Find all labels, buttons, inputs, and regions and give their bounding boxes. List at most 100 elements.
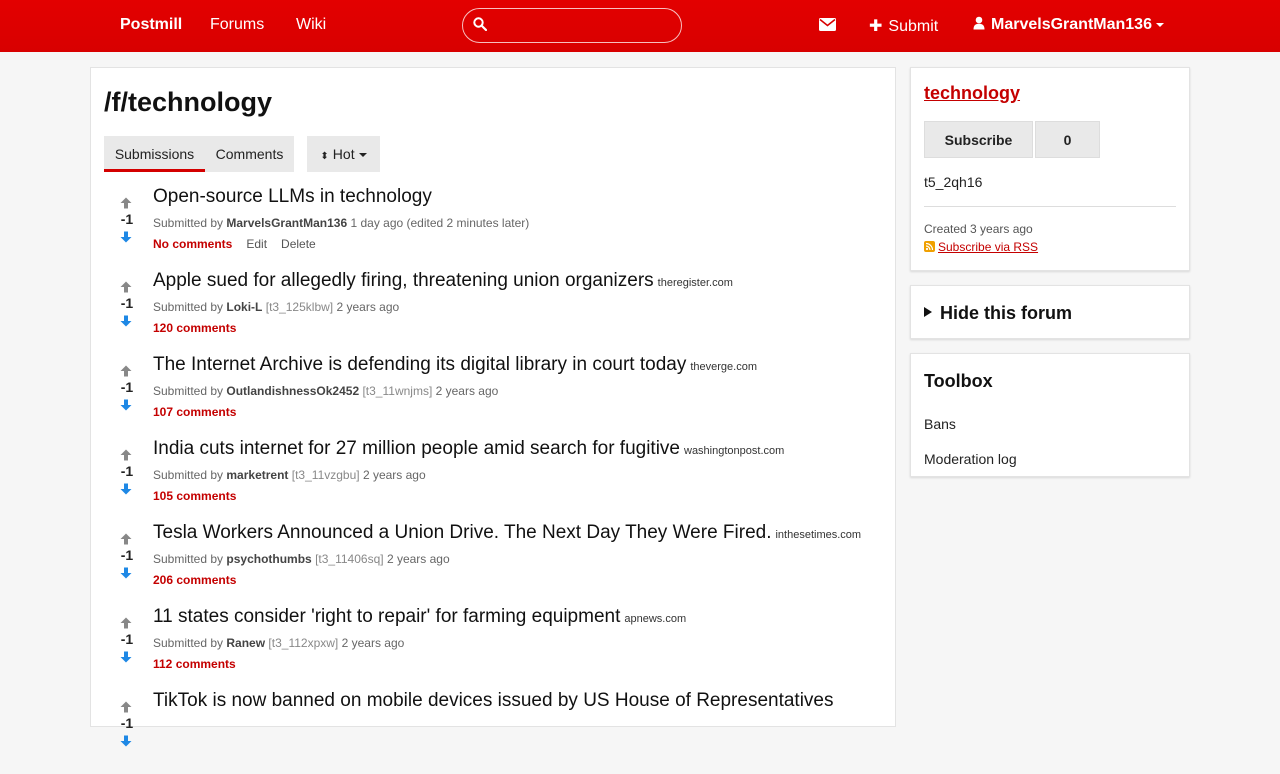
submission-actions: 206 comments [153, 573, 236, 587]
vote-score: -1 [120, 211, 134, 227]
submission-time: 1 day ago (edited 2 minutes later) [350, 216, 530, 230]
vote-score: -1 [120, 463, 134, 479]
comments-link[interactable]: 206 comments [153, 573, 236, 587]
submission-row: -1 Apple sued for allegedly firing, threa… [104, 270, 884, 354]
hide-forum-toggle[interactable]: Hide this forum [924, 303, 1072, 324]
view-tabs: Submissions Comments [104, 136, 294, 172]
submitted-by-label: Submitted by [153, 384, 224, 398]
downvote-arrow-icon[interactable] [120, 566, 132, 584]
brand-link[interactable]: Postmill [120, 16, 182, 34]
submission-time: 2 years ago [386, 552, 450, 566]
vote-score: -1 [120, 631, 134, 647]
submission-meta: Submitted by psychothumbs [t3_11406sq] 2… [153, 552, 450, 566]
sort-icon: ⬍ [320, 151, 329, 162]
author-link[interactable]: Ranew [226, 636, 265, 650]
divider [924, 206, 1176, 207]
submission-domain: inthesetimes.com [775, 529, 862, 541]
submission-row: -1 TikTok is now banned on mobile devices… [104, 690, 884, 774]
submission-title-link[interactable]: The Internet Archive is defending its di… [153, 354, 686, 375]
subscribe-button[interactable]: Subscribe [924, 121, 1033, 158]
submission-time: 2 years ago [362, 468, 426, 482]
submission-time: 2 years ago [435, 384, 499, 398]
submission-title-link[interactable]: India cuts internet for 27 million peopl… [153, 438, 680, 459]
search-box[interactable] [462, 8, 682, 43]
rss-icon [924, 241, 935, 252]
hide-forum-label: Hide this forum [940, 303, 1073, 323]
comments-link[interactable]: No comments [153, 237, 232, 251]
author-link[interactable]: Loki-L [226, 300, 262, 314]
comments-link[interactable]: 120 comments [153, 321, 236, 335]
downvote-arrow-icon[interactable] [120, 398, 132, 416]
triangle-right-icon [924, 307, 932, 317]
top-navbar: Postmill Forums Wiki ✚ Submit MarvelsGran… [0, 0, 1280, 52]
submit-label: Submit [888, 18, 939, 35]
submission-title-link[interactable]: Apple sued for allegedly firing, threate… [153, 270, 654, 291]
submission-title-wrap: India cuts internet for 27 million peopl… [153, 438, 784, 460]
downvote-arrow-icon[interactable] [120, 314, 132, 332]
vote-score: -1 [120, 379, 134, 395]
edit-link[interactable]: Edit [246, 237, 267, 251]
nav-wiki-link[interactable]: Wiki [296, 16, 326, 34]
submission-id: [t3_11wnjms] [362, 384, 433, 398]
submission-domain: apnews.com [624, 613, 687, 625]
submission-actions: 120 comments [153, 321, 236, 335]
submission-id: [t3_112xpxw] [268, 636, 339, 650]
sort-label: Hot [332, 146, 355, 162]
submission-title-wrap: The Internet Archive is defending its di… [153, 354, 757, 376]
submission-title-wrap: Tesla Workers Announced a Union Drive. T… [153, 522, 861, 544]
search-icon [473, 17, 487, 31]
downvote-arrow-icon[interactable] [120, 482, 132, 500]
subscriber-count: 0 [1035, 121, 1100, 158]
user-icon [973, 16, 985, 30]
delete-link[interactable]: Delete [281, 237, 316, 251]
author-link[interactable]: marketrent [226, 468, 288, 482]
downvote-arrow-icon[interactable] [120, 734, 132, 752]
bans-link[interactable]: Bans [924, 416, 956, 432]
submission-actions: 107 comments [153, 405, 236, 419]
author-link[interactable]: psychothumbs [226, 552, 311, 566]
submission-actions: 112 comments [153, 657, 236, 671]
submission-actions: No comments Edit Delete [153, 237, 316, 251]
hide-forum-panel[interactable]: Hide this forum [910, 285, 1190, 339]
author-link[interactable]: OutlandishnessOk2452 [226, 384, 359, 398]
submitted-by-label: Submitted by [153, 552, 224, 566]
forum-name-link[interactable]: technology [924, 83, 1020, 104]
comments-link[interactable]: 107 comments [153, 405, 236, 419]
tab-submissions[interactable]: Submissions [104, 136, 205, 172]
submission-title-link[interactable]: Open-source LLMs in technology [153, 186, 432, 207]
submission-row: -1 Tesla Workers Announced a Union Drive.… [104, 522, 884, 606]
submit-link[interactable]: ✚ Submit [869, 16, 938, 36]
submission-row: -1 11 states consider 'right to repair' f… [104, 606, 884, 690]
search-input[interactable] [497, 13, 677, 40]
submission-row: -1 India cuts internet for 27 million peo… [104, 438, 884, 522]
chevron-down-icon [1155, 22, 1164, 27]
submitted-by-label: Submitted by [153, 636, 224, 650]
user-menu[interactable]: MarvelsGrantMan136 [973, 16, 1164, 34]
moderation-log-link[interactable]: Moderation log [924, 451, 1017, 467]
tab-comments[interactable]: Comments [205, 136, 294, 172]
submission-id: [t3_11vzgbu] [291, 468, 360, 482]
forum-info-panel: technology Subscribe 0 t5_2qh16 Created … [910, 67, 1190, 271]
submission-domain: theverge.com [690, 361, 757, 373]
sort-dropdown[interactable]: ⬍ Hot [307, 136, 380, 172]
submission-title-link[interactable]: 11 states consider 'right to repair' for… [153, 606, 620, 627]
submission-id: [t3_125klbw] [265, 300, 334, 314]
downvote-arrow-icon[interactable] [120, 230, 132, 248]
main-content: /f/technology Submissions Comments ⬍ Hot … [90, 67, 896, 747]
submission-row: -1 Open-source LLMs in technology Submitte… [104, 186, 884, 270]
toolbox-title: Toolbox [924, 371, 993, 391]
submission-title-wrap: Apple sued for allegedly firing, threate… [153, 270, 733, 292]
submission-title-link[interactable]: TikTok is now banned on mobile devices i… [153, 690, 833, 711]
nav-forums-link[interactable]: Forums [210, 16, 264, 34]
username-label: MarvelsGrantMan136 [991, 16, 1152, 33]
submission-id: [t3_11406sq] [315, 552, 384, 566]
rss-subscribe-link[interactable]: Subscribe via RSS [924, 240, 1038, 254]
author-link[interactable]: MarvelsGrantMan136 [226, 216, 347, 230]
submitted-by-label: Submitted by [153, 216, 224, 230]
downvote-arrow-icon[interactable] [120, 650, 132, 668]
submission-meta: Submitted by marketrent [t3_11vzgbu] 2 y… [153, 468, 426, 482]
comments-link[interactable]: 112 comments [153, 657, 236, 671]
comments-link[interactable]: 105 comments [153, 489, 236, 503]
messages-envelope-icon[interactable] [819, 18, 836, 36]
submission-title-link[interactable]: Tesla Workers Announced a Union Drive. T… [153, 522, 771, 543]
